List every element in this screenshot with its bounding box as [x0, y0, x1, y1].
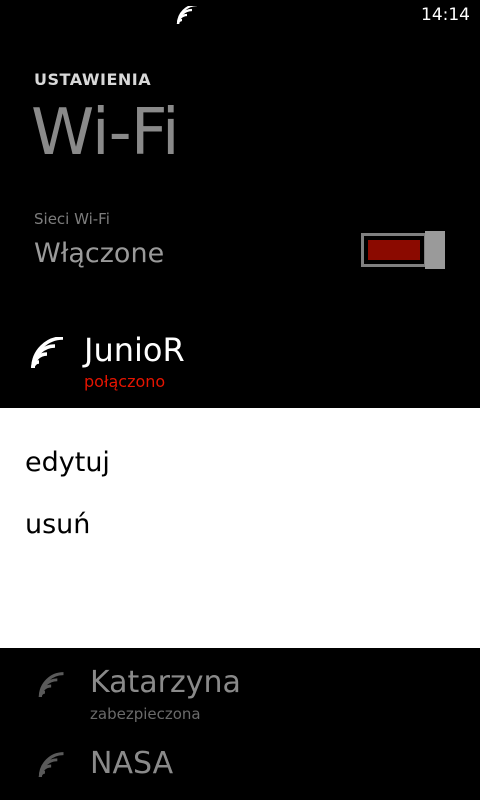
network-status: połączono: [84, 372, 166, 391]
wifi-signal-icon: [31, 337, 64, 369]
delete-menu-item[interactable]: usuń: [0, 494, 480, 556]
status-time: 14:14: [421, 5, 470, 25]
wifi-signal-icon: [38, 752, 64, 778]
network-name: Katarzyna: [90, 665, 241, 700]
wifi-settings-screen: 14:14 USTAWIENIA Wi-Fi Sieci Wi-Fi Włącz…: [0, 0, 480, 800]
network-name: NASA: [90, 746, 174, 781]
toggle-thumb[interactable]: [425, 231, 445, 269]
network-status: zabezpieczona: [90, 705, 201, 723]
app-title: USTAWIENIA: [34, 70, 152, 89]
context-menu: edytuj usuń: [0, 408, 480, 648]
network-item-katarzyna[interactable]: Katarzyna zabezpieczona: [0, 660, 480, 730]
wifi-toggle-label: Sieci Wi-Fi: [34, 210, 110, 228]
network-item-junior[interactable]: JunioR połączono: [0, 325, 480, 395]
toggle-track: [361, 233, 427, 267]
network-name: JunioR: [84, 331, 185, 369]
wifi-toggle-state: Włączone: [34, 238, 165, 269]
toggle-fill: [368, 240, 420, 260]
wifi-signal-icon: [176, 6, 198, 25]
page-title: Wi-Fi: [31, 96, 180, 170]
edit-menu-item[interactable]: edytuj: [0, 432, 480, 494]
status-bar: 14:14: [0, 0, 480, 32]
wifi-signal-icon: [38, 672, 64, 698]
wifi-toggle-switch[interactable]: [361, 231, 445, 269]
network-item-nasa[interactable]: NASA: [0, 738, 480, 800]
